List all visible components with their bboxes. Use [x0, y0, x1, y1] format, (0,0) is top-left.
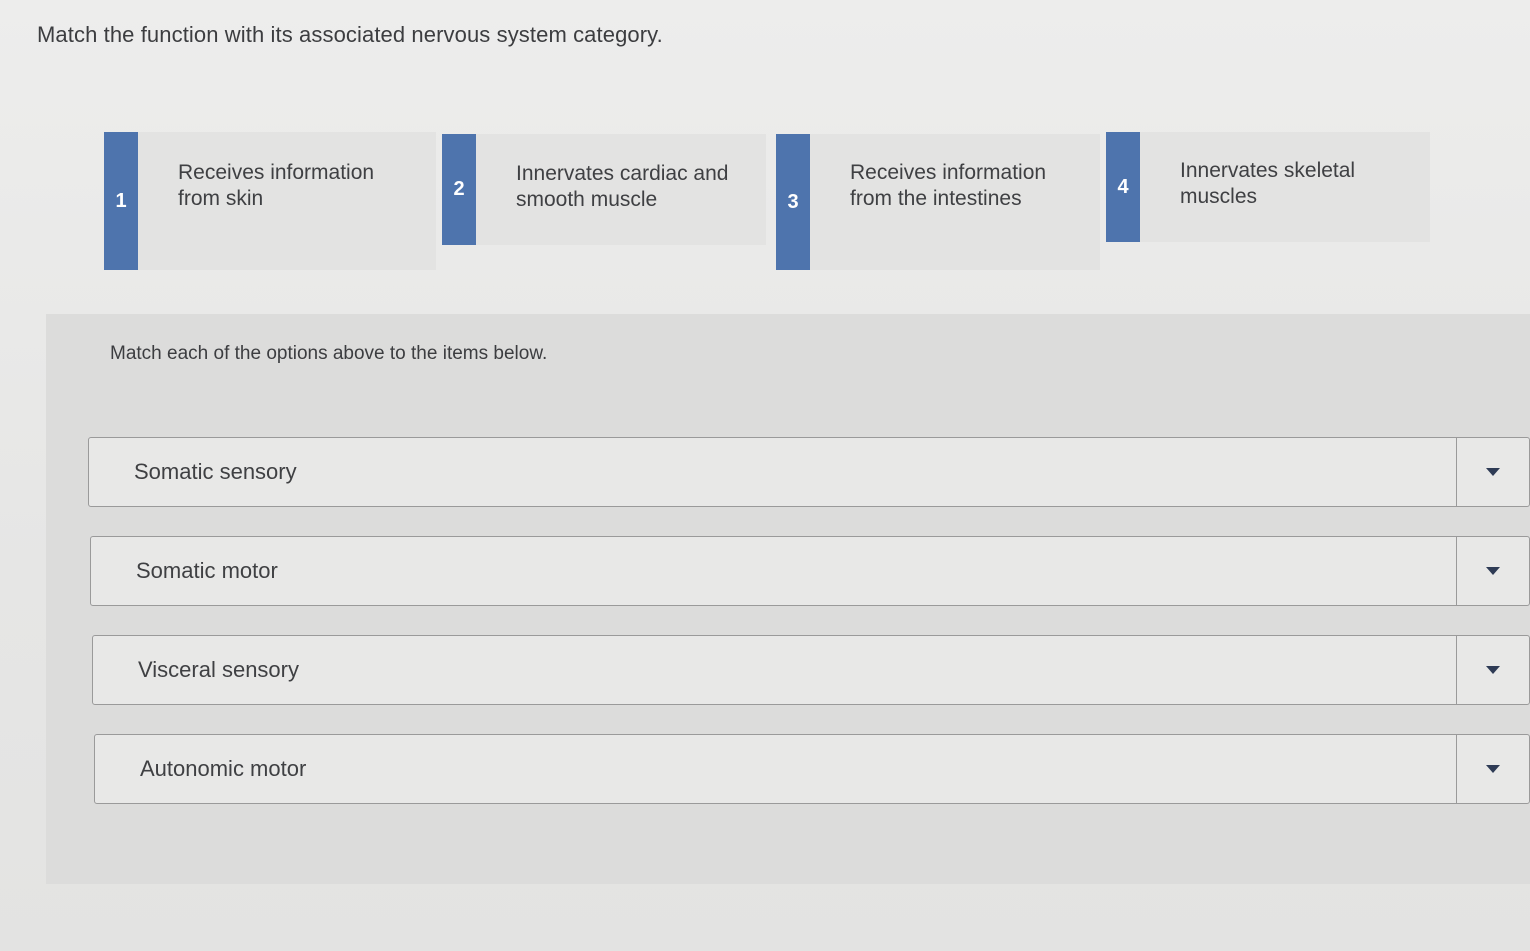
match-item-label: Autonomic motor [140, 756, 307, 781]
draggable-option-3[interactable]: 3 Receives information from the intestin… [776, 134, 1100, 270]
draggable-option-2[interactable]: 2 Innervates cardiac and smooth muscle [442, 134, 766, 245]
page: Match the function with its associated n… [0, 0, 1530, 951]
dropdown-button[interactable] [1456, 636, 1529, 704]
option-number-badge: 2 [442, 134, 476, 245]
dropdown-button[interactable] [1456, 735, 1529, 803]
draggable-option-4[interactable]: 4 Innervates skeletal muscles [1106, 132, 1430, 242]
option-text: Innervates cardiac and smooth muscle [476, 134, 766, 245]
match-item-label: Visceral sensory [138, 657, 299, 682]
dropdown-button[interactable] [1456, 438, 1529, 506]
match-item-somatic-sensory[interactable]: Somatic sensory [88, 437, 1530, 507]
chevron-down-icon [1486, 468, 1500, 476]
match-item-visceral-sensory[interactable]: Visceral sensory [92, 635, 1530, 705]
option-text: Receives information from skin [138, 132, 436, 270]
match-item-label: Somatic sensory [134, 459, 297, 484]
match-panel: Match each of the options above to the i… [46, 314, 1530, 884]
match-item-autonomic-motor[interactable]: Autonomic motor [94, 734, 1530, 804]
option-number-badge: 1 [104, 132, 138, 270]
chevron-down-icon [1486, 567, 1500, 575]
dropdown-button[interactable] [1456, 537, 1529, 605]
match-instruction: Match each of the options above to the i… [110, 343, 548, 364]
match-item-somatic-motor[interactable]: Somatic motor [90, 536, 1530, 606]
option-text: Receives information from the intestines [810, 134, 1100, 270]
option-number-badge: 3 [776, 134, 810, 270]
option-number-badge: 4 [1106, 132, 1140, 242]
chevron-down-icon [1486, 765, 1500, 773]
chevron-down-icon [1486, 666, 1500, 674]
question-text: Match the function with its associated n… [37, 22, 663, 47]
option-text: Innervates skeletal muscles [1140, 132, 1430, 242]
draggable-option-1[interactable]: 1 Receives information from skin [104, 132, 436, 270]
match-item-label: Somatic motor [136, 558, 278, 583]
